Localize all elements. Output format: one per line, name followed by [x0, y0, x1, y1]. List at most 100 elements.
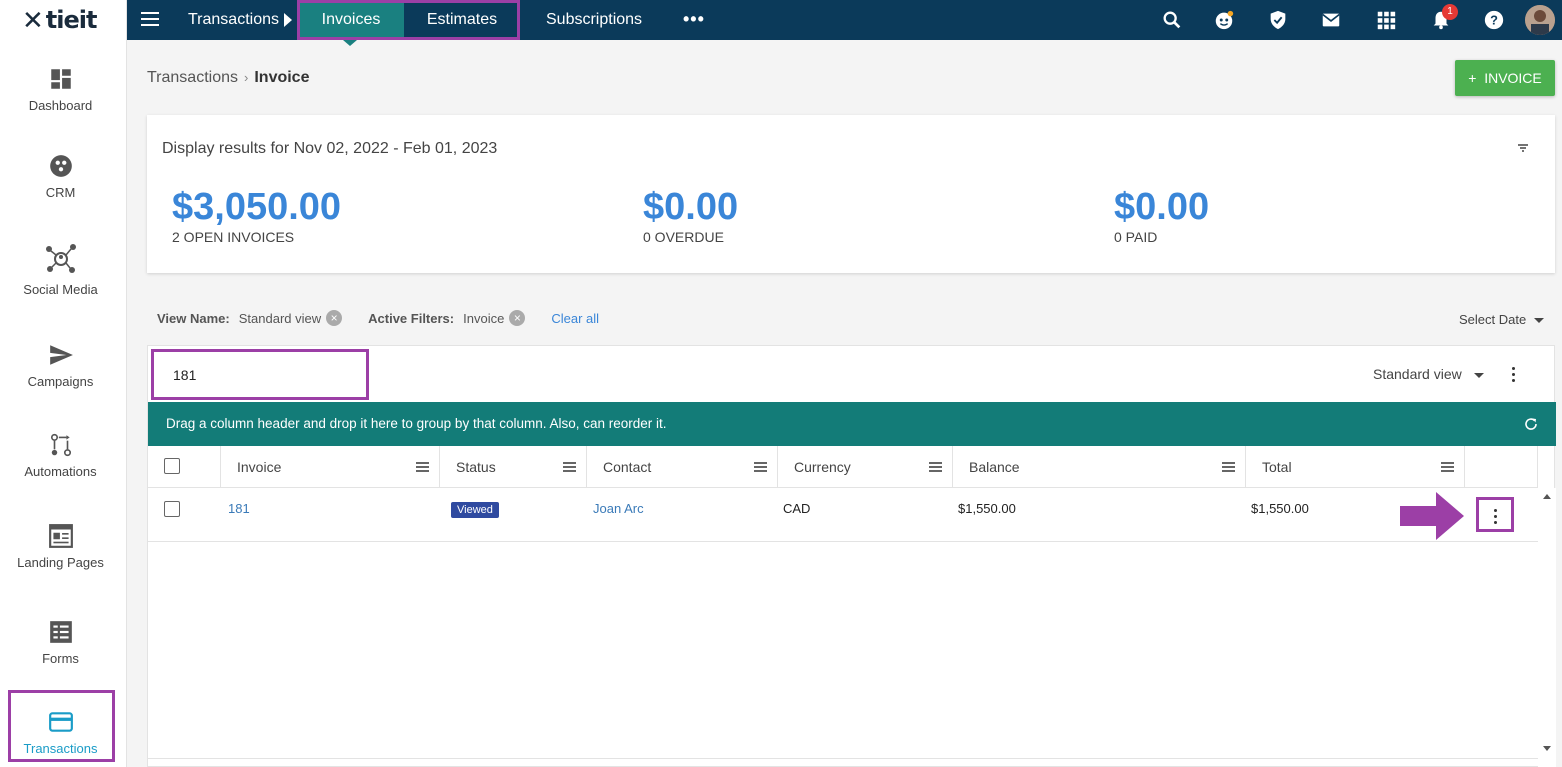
select-date-dropdown[interactable]: Select Date	[1459, 312, 1545, 327]
column-header-total[interactable]: Total	[1246, 446, 1465, 488]
social-media-icon	[45, 244, 76, 273]
search-input[interactable]	[173, 367, 353, 383]
apps-grid-icon[interactable]	[1375, 9, 1397, 31]
column-header-actions	[1465, 446, 1538, 488]
column-menu-icon[interactable]	[1441, 462, 1454, 472]
view-selector-label: Standard view	[1373, 366, 1462, 382]
stat-label: 2 OPEN INVOICES	[172, 229, 295, 245]
landing-page-icon	[48, 524, 73, 548]
row-actions-icon[interactable]	[1494, 509, 1498, 527]
sidebar-item-crm[interactable]: CRM	[0, 153, 121, 200]
invoice-number-link[interactable]: 181	[228, 488, 250, 542]
column-title: Total	[1262, 459, 1292, 475]
table-header: Invoice Status Contact Currency Balance …	[148, 446, 1538, 488]
column-title: Currency	[794, 459, 851, 475]
refresh-icon[interactable]	[1523, 416, 1539, 432]
hamburger-menu-icon[interactable]	[141, 12, 159, 28]
highlight-box	[297, 0, 520, 40]
stat-amount: $0.00	[643, 186, 739, 228]
contact-link[interactable]: Joan Arc	[593, 488, 644, 542]
select-all-cell	[148, 446, 221, 488]
sidebar-item-campaigns[interactable]: Campaigns	[0, 342, 121, 389]
view-selector[interactable]: Standard view	[1373, 366, 1484, 382]
row-checkbox[interactable]	[164, 501, 180, 517]
search-box	[151, 349, 369, 400]
summary-card: Display results for Nov 02, 2022 - Feb 0…	[147, 115, 1555, 273]
tab-subscriptions[interactable]: Subscriptions	[546, 0, 642, 40]
column-menu-icon[interactable]	[754, 462, 767, 472]
breadcrumb-current: Invoice	[254, 69, 310, 86]
crm-icon	[49, 155, 72, 177]
column-title: Contact	[603, 459, 652, 475]
nav-transactions[interactable]: Transactions	[188, 0, 279, 40]
add-invoice-button[interactable]: + INVOICE	[1455, 60, 1555, 96]
sidebar-item-label: CRM	[45, 185, 76, 200]
top-navbar: Transactions Invoices Estimates Subscrip…	[127, 0, 1562, 46]
logo-x-icon: ✕	[22, 4, 44, 35]
avatar[interactable]	[1525, 5, 1555, 35]
column-menu-icon[interactable]	[563, 462, 576, 472]
stat-paid: $0.00 0 PAID	[1114, 185, 1209, 245]
column-header-currency[interactable]: Currency	[778, 446, 953, 488]
column-header-status[interactable]: Status	[440, 446, 587, 488]
chevron-down-icon	[1473, 372, 1484, 378]
logo-text: tieit	[45, 6, 98, 34]
column-menu-icon[interactable]	[1222, 462, 1235, 472]
stat-open: $3,050.00 2 OPEN INVOICES	[172, 185, 341, 245]
remove-filter-icon[interactable]: ×	[509, 310, 526, 326]
clear-all-link[interactable]: Clear all	[551, 311, 599, 326]
sidebar-item-forms[interactable]: Forms	[0, 619, 121, 666]
dashboard-icon	[50, 69, 71, 89]
forms-icon	[49, 621, 72, 643]
scroll-up-icon[interactable]	[1543, 494, 1551, 499]
mail-icon[interactable]	[1320, 9, 1342, 31]
scroll-down-icon[interactable]	[1543, 746, 1551, 751]
divider	[148, 758, 1538, 759]
more-tabs-icon[interactable]: •••	[683, 0, 705, 40]
sidebar-item-automations[interactable]: Automations	[0, 432, 121, 479]
currency-cell: CAD	[783, 501, 811, 516]
breadcrumb: Transactions › Invoice	[147, 69, 309, 87]
active-filters-label: Active Filters:	[368, 310, 455, 326]
view-name-value: Standard view	[238, 310, 322, 326]
column-header-balance[interactable]: Balance	[953, 446, 1246, 488]
logo[interactable]: ✕ tieit	[0, 0, 126, 40]
shield-check-icon[interactable]	[1267, 9, 1289, 31]
remove-view-icon[interactable]: ×	[326, 310, 343, 326]
highlight-box	[8, 690, 115, 762]
stat-amount: $3,050.00	[172, 186, 342, 228]
vertical-scrollbar[interactable]	[1538, 488, 1556, 767]
caret-right-icon	[284, 13, 292, 27]
group-by-bar[interactable]: Drag a column header and drop it here to…	[148, 402, 1556, 446]
status-badge: Viewed	[451, 501, 499, 518]
column-menu-icon[interactable]	[416, 462, 429, 472]
select-all-checkbox[interactable]	[164, 458, 180, 474]
table-row[interactable]: 181 Viewed Joan Arc CAD $1,550.00 $1,550…	[148, 488, 1538, 542]
column-menu-icon[interactable]	[929, 462, 942, 472]
bot-icon[interactable]	[1213, 9, 1235, 31]
invoice-grid: Standard view Drag a column header and d…	[147, 345, 1556, 767]
notification-badge: 1	[1442, 4, 1458, 20]
row-actions-button[interactable]	[1476, 497, 1514, 532]
breadcrumb-parent[interactable]: Transactions	[147, 69, 238, 86]
column-title: Balance	[969, 459, 1020, 475]
svg-text:?: ?	[1490, 13, 1498, 28]
help-icon[interactable]: ?	[1483, 9, 1505, 31]
chevron-down-icon	[1534, 318, 1545, 324]
send-icon	[49, 345, 73, 365]
stat-amount: $0.00	[1114, 186, 1210, 228]
column-header-contact[interactable]: Contact	[587, 446, 778, 488]
sidebar-item-label: Landing Pages	[17, 555, 104, 570]
view-name-label: View Name:	[157, 310, 230, 326]
grid-options-icon[interactable]	[1512, 367, 1516, 385]
plus-icon: +	[1468, 70, 1477, 86]
sidebar-item-landing-pages[interactable]: Landing Pages	[0, 523, 121, 570]
column-header-invoice[interactable]: Invoice	[221, 446, 440, 488]
sidebar-item-social-media[interactable]: Social Media	[0, 242, 121, 297]
stat-label: 0 OVERDUE	[643, 229, 724, 245]
search-icon[interactable]	[1161, 9, 1183, 31]
stat-label: 0 PAID	[1114, 229, 1158, 245]
filter-icon[interactable]	[1517, 142, 1529, 154]
avatar-image	[1525, 5, 1555, 35]
sidebar-item-dashboard[interactable]: Dashboard	[0, 66, 121, 113]
